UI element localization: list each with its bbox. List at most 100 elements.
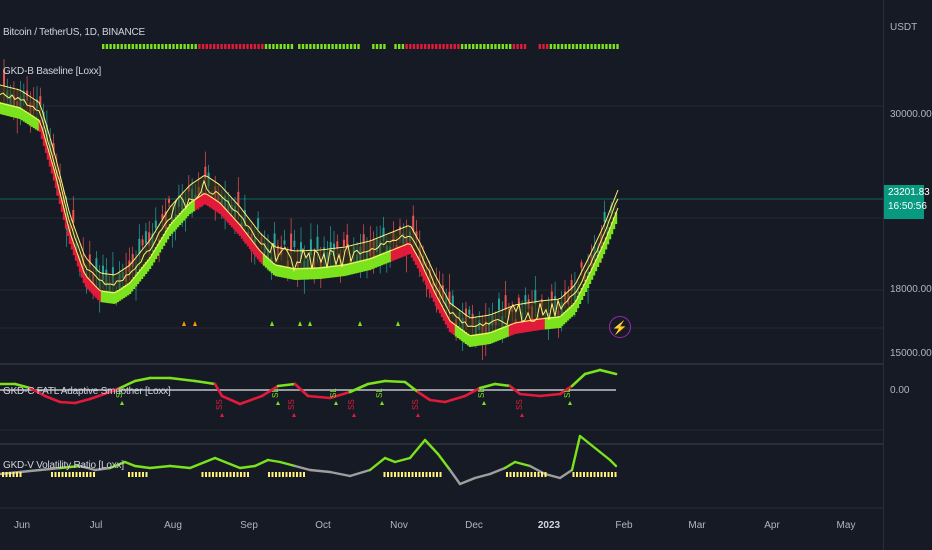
- signal-arrow: [120, 401, 124, 405]
- volatility-dot: [72, 472, 74, 477]
- signal-arrow: [380, 401, 384, 405]
- signal-dot: [209, 44, 212, 49]
- oscillator-zero-label: 0.00: [890, 385, 910, 396]
- signal-dot: [490, 44, 493, 49]
- signal-dot: [275, 44, 279, 49]
- volatility-dot: [583, 472, 585, 477]
- volatility-segment: [148, 464, 172, 470]
- volatility-dot: [415, 472, 417, 477]
- signal-dot: [146, 44, 149, 49]
- fatl-segment: [428, 398, 447, 404]
- volatility-dot: [429, 472, 431, 477]
- lightning-flash-icon[interactable]: ⚡: [609, 316, 631, 338]
- volatility-dot: [16, 472, 18, 477]
- last-price-value: 23201.83: [888, 187, 930, 198]
- signal-dot: [446, 44, 449, 49]
- volatility-dot: [390, 472, 393, 477]
- signal-dot: [560, 44, 564, 49]
- candle-body: [580, 262, 583, 268]
- signal-dot: [338, 44, 342, 49]
- signal-dot: [423, 44, 427, 49]
- signal-dot: [179, 44, 183, 49]
- signal-dot: [253, 44, 257, 49]
- signal-dot: [216, 44, 220, 49]
- volatility-dot: [68, 472, 71, 477]
- volatility-dot: [128, 472, 130, 477]
- countdown-value: 16:50:56: [888, 201, 927, 212]
- volatility-segment: [513, 460, 532, 468]
- signal-dot: [105, 44, 109, 49]
- candle-body: [293, 240, 296, 248]
- time-axis[interactable]: Jun Jul Aug Sep Oct Nov Dec 2023 Feb Mar…: [0, 508, 884, 550]
- signal-dot: [442, 44, 445, 49]
- volatility-dot: [513, 472, 515, 477]
- volatility-segment: [213, 456, 227, 464]
- signal-arrow: [416, 413, 420, 417]
- signal-dot: [516, 44, 519, 49]
- volatility-dot: [215, 472, 218, 477]
- price-axis-label-18000: 18000.00: [890, 284, 932, 295]
- volatility-segment: [168, 464, 192, 470]
- time-label-2023: 2023: [537, 520, 561, 531]
- volatility-segment: [408, 438, 427, 460]
- volatility-segment: [133, 464, 152, 470]
- candle-body: [468, 309, 471, 315]
- volatility-segment: [238, 464, 257, 470]
- signal-dot: [224, 44, 227, 49]
- signal-dot: [109, 44, 112, 49]
- fatl-segment: [238, 394, 264, 406]
- signal-dot: [616, 44, 619, 49]
- signal-dot: [486, 44, 490, 49]
- volatility-dot: [299, 472, 302, 477]
- signal-dot: [372, 44, 375, 49]
- volatility-dot: [401, 472, 403, 477]
- volatility-dot: [611, 472, 613, 477]
- indicator-fatl-label[interactable]: GKD-C FATL Adaptive Smoother [Loxx]: [3, 386, 171, 397]
- signal-label: SS: [515, 399, 524, 410]
- main-chart-svg[interactable]: SLSSSLSSSLSSSLSSSLSSSL: [0, 0, 884, 550]
- signal-dot: [183, 44, 186, 49]
- candle-body: [237, 191, 240, 206]
- signal-dot: [279, 44, 282, 49]
- volatility-dot: [544, 472, 547, 477]
- volatility-dot: [572, 472, 575, 477]
- volatility-dot: [604, 472, 606, 477]
- volatility-segment: [308, 468, 332, 474]
- baseline-signal-arrow: [358, 321, 362, 326]
- signal-dot: [401, 44, 405, 49]
- volatility-dot: [285, 472, 288, 477]
- fatl-segment: [383, 379, 407, 384]
- volatility-dot: [12, 472, 15, 477]
- fatl-segment: [306, 394, 332, 400]
- volatility-dot: [607, 472, 610, 477]
- price-axis[interactable]: USDT 30000.00 23201.83 16:50:56 18000.00…: [883, 0, 932, 550]
- volatility-dot: [597, 472, 599, 477]
- indicator-volatility-label[interactable]: GKD-V Volatility Ratio [Loxx]: [3, 460, 124, 471]
- signal-dot: [557, 44, 560, 49]
- volatility-dot: [303, 472, 305, 477]
- signal-dot: [512, 44, 516, 49]
- volatility-dot: [212, 472, 214, 477]
- candle-body: [498, 298, 500, 311]
- time-label-may: May: [836, 520, 856, 531]
- signal-label: SS: [411, 399, 420, 410]
- signal-dot: [335, 44, 338, 49]
- volatility-segment: [278, 460, 297, 468]
- signal-dot: [124, 44, 127, 49]
- signal-dot: [375, 44, 379, 49]
- signal-dot: [379, 44, 382, 49]
- signal-dot: [523, 44, 527, 49]
- signal-dot: [549, 44, 553, 49]
- signal-arrow: [352, 413, 356, 417]
- signal-dot: [316, 44, 319, 49]
- baseline-signal-arrow: [396, 321, 400, 326]
- indicator-baseline-label[interactable]: GKD-B Baseline [Loxx]: [3, 66, 101, 77]
- volatility-segment: [253, 458, 270, 468]
- volatility-dot: [422, 472, 424, 477]
- signal-dot: [520, 44, 523, 49]
- signal-dot: [324, 44, 327, 49]
- baseline-signal-arrow: [308, 321, 312, 326]
- volatility-dot: [278, 472, 281, 477]
- symbol-title[interactable]: Bitcoin / TetherUS, 1D, BINANCE: [3, 27, 145, 38]
- candle-body: [141, 239, 144, 246]
